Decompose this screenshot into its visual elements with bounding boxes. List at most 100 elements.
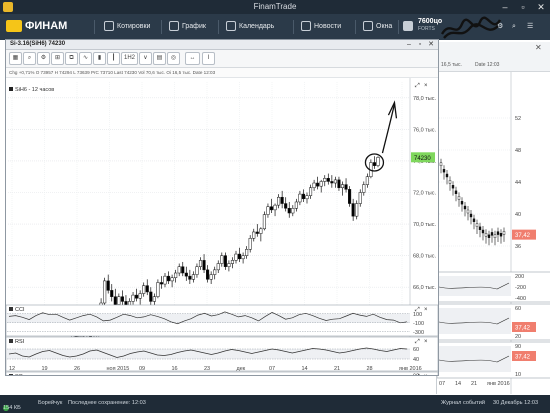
pane-close-icon: × bbox=[424, 374, 428, 375]
candle bbox=[460, 200, 464, 205]
indicator-band bbox=[437, 346, 511, 372]
candle bbox=[451, 184, 455, 189]
minimize-icon[interactable]: – bbox=[496, 0, 514, 14]
layout-icon[interactable]: ⊞ bbox=[51, 52, 64, 65]
candle bbox=[294, 201, 298, 209]
candle bbox=[220, 255, 224, 264]
secondary-chart[interactable]: 52 48 44 40 36 37,42 200 -200 -400 60 20 90 10 37,42 3… bbox=[436, 72, 550, 394]
chart-type-icon[interactable]: ▮ bbox=[93, 52, 106, 65]
candle bbox=[198, 260, 203, 267]
y-tick-label: 76,0 тыс. bbox=[413, 127, 436, 133]
candle bbox=[442, 168, 446, 173]
candle bbox=[301, 193, 305, 200]
indicator-tick-label: 60 bbox=[515, 306, 521, 312]
candle bbox=[319, 181, 323, 187]
y-tick-label: 52 bbox=[515, 116, 521, 122]
event-journal-link[interactable]: Журнал событий bbox=[441, 400, 485, 406]
status-datetime: 30 Декабрь 12:03 bbox=[493, 400, 539, 406]
indicator-tick-label: 90 bbox=[515, 344, 521, 350]
toolbar-divider bbox=[293, 20, 294, 34]
window-titlebar: FinamTrade – ▫ ✕ bbox=[0, 0, 550, 14]
close-icon[interactable]: ✕ bbox=[535, 43, 542, 52]
secondary-chart-window: 16,5 тыс. Date 12:03 ✕ 52 48 44 40 36 37,42 20… bbox=[436, 42, 550, 394]
x-tick-label: 07 bbox=[439, 381, 445, 387]
x-tick-label: 07 bbox=[269, 366, 275, 372]
y-tick-label: 36 bbox=[515, 244, 521, 250]
table-icon[interactable]: ▦ bbox=[9, 52, 22, 65]
account-summary[interactable]: 7600цо FORTS bbox=[418, 18, 442, 32]
candle bbox=[333, 179, 337, 184]
text-cursor-icon[interactable]: I bbox=[202, 52, 215, 65]
menu-icon[interactable]: ☰ bbox=[527, 19, 533, 35]
copy-icon[interactable]: ⧉ bbox=[65, 52, 78, 65]
price-chart[interactable]: 78,0 тыс.76,0 тыс.74,0 тыс.72,0 тыс.70,0… bbox=[6, 78, 438, 375]
finam-logo: ФИНАМ bbox=[6, 20, 67, 34]
chevron-down-icon[interactable]: ∨ bbox=[139, 52, 152, 65]
y-tick-label: 48 bbox=[515, 148, 521, 154]
close-icon[interactable]: ✕ bbox=[426, 40, 436, 50]
target-icon[interactable]: ◎ bbox=[167, 52, 180, 65]
logo-text: ФИНАМ bbox=[25, 20, 68, 32]
candle-icon[interactable]: ┃ bbox=[107, 52, 120, 65]
search-icon[interactable]: ⌕ bbox=[512, 19, 516, 35]
price-tag-label: 37,42 bbox=[515, 233, 531, 239]
toolbar-windows-button[interactable]: Окна bbox=[363, 19, 392, 35]
candle bbox=[323, 178, 327, 182]
indicator-pane-bg bbox=[6, 371, 438, 375]
calendar-icon bbox=[226, 21, 236, 32]
candle bbox=[469, 213, 473, 218]
indicator-tick-label: -100 bbox=[413, 321, 424, 327]
candle bbox=[241, 255, 245, 260]
timeframe-button[interactable]: 1H2 bbox=[121, 52, 138, 65]
indicator-icon[interactable]: ∿ bbox=[79, 52, 92, 65]
x-tick-label: 26 bbox=[74, 366, 80, 372]
candle bbox=[484, 232, 488, 237]
x-tick-label: 14 bbox=[302, 366, 308, 372]
toolbar-news-button[interactable]: Новости bbox=[301, 19, 341, 35]
dropdown-icon[interactable]: ▤ bbox=[153, 52, 166, 65]
candle bbox=[163, 275, 167, 285]
candle bbox=[305, 195, 309, 200]
candle bbox=[351, 203, 355, 217]
maximize-icon[interactable]: ▫ bbox=[415, 40, 425, 50]
toolbar-calendar-button[interactable]: Календарь bbox=[226, 19, 274, 35]
candle bbox=[463, 205, 467, 210]
candle bbox=[195, 266, 199, 275]
minimize-icon[interactable]: – bbox=[404, 40, 414, 50]
candle bbox=[177, 266, 181, 274]
candle bbox=[202, 260, 206, 271]
legend-swatch bbox=[9, 87, 13, 91]
candle bbox=[227, 263, 231, 267]
candle bbox=[262, 214, 266, 230]
toolbar-calendar-label: Календарь bbox=[239, 23, 275, 30]
candle bbox=[316, 182, 320, 187]
close-icon[interactable]: ✕ bbox=[532, 0, 550, 14]
legend-label: SiH6 - 12 часов bbox=[15, 87, 54, 93]
chart-window-titlebar[interactable]: Si-3.16(SiH6) 74230 – ▫ ✕ bbox=[6, 40, 438, 50]
candle bbox=[309, 187, 313, 196]
candle bbox=[230, 260, 234, 264]
y-tick-label: 72,0 тыс. bbox=[413, 191, 436, 197]
toolbar-quotes-button[interactable]: Котировки bbox=[104, 19, 150, 35]
search-icon[interactable]: ⌕ bbox=[23, 52, 36, 65]
indicator-tick-label: -200 bbox=[515, 285, 526, 291]
candle bbox=[206, 269, 210, 280]
candle bbox=[238, 253, 242, 260]
indicator-tick-label: 40 bbox=[413, 357, 419, 363]
price-tag-label: 37,42 bbox=[515, 355, 531, 361]
price-tag-label: 37,42 bbox=[515, 326, 531, 332]
gear-icon[interactable]: ⚙ bbox=[37, 52, 50, 65]
briefcase-icon[interactable] bbox=[403, 19, 416, 35]
candle bbox=[167, 275, 171, 282]
y-tick-label: 44 bbox=[515, 180, 521, 186]
candle bbox=[502, 231, 506, 235]
maximize-icon[interactable]: ▫ bbox=[514, 0, 532, 14]
window-title: FinamTrade bbox=[253, 2, 297, 11]
indicator-tick-label: -400 bbox=[515, 296, 526, 302]
toolbar-chart-button[interactable]: График bbox=[169, 19, 206, 35]
pane-close-icon: × bbox=[424, 307, 428, 313]
candle bbox=[376, 157, 380, 166]
fit-width-icon[interactable]: ↔ bbox=[185, 52, 200, 65]
candle bbox=[266, 206, 270, 215]
candle bbox=[156, 282, 160, 297]
